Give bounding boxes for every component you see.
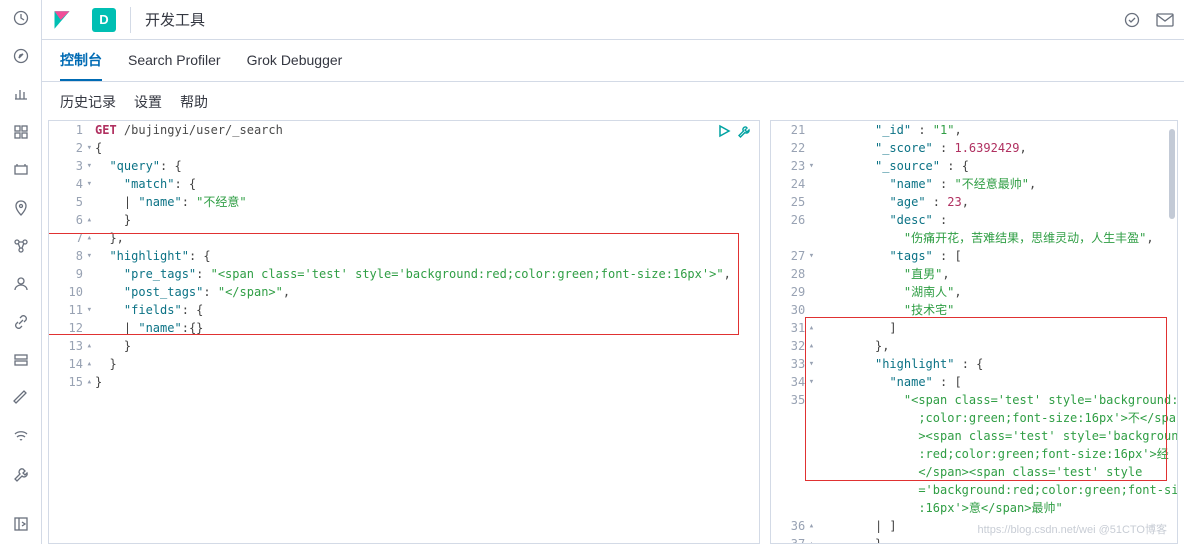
history-link[interactable]: 历史记录 xyxy=(60,92,116,112)
timelion-icon[interactable] xyxy=(13,162,29,178)
nav-sidebar xyxy=(0,0,42,544)
response-viewer[interactable]: 21 "_id" : "1",22 "_score" : 1.6392429,2… xyxy=(770,120,1178,544)
divider xyxy=(130,7,131,33)
wifi-icon[interactable] xyxy=(13,428,29,444)
map-icon[interactable] xyxy=(13,200,29,216)
wrench-icon[interactable] xyxy=(13,466,29,482)
recent-icon[interactable] xyxy=(13,10,29,26)
tabs: 控制台 Search Profiler Grok Debugger xyxy=(42,40,1184,82)
fullscreen-icon[interactable] xyxy=(1124,12,1140,28)
tab-控制台[interactable]: 控制台 xyxy=(60,40,102,81)
editor-area: 1GET /bujingyi/user/_search2▾{3▾ "query"… xyxy=(42,120,1184,544)
help-link[interactable]: 帮助 xyxy=(180,92,208,112)
app-title: 开发工具 xyxy=(145,9,205,30)
run-icon[interactable] xyxy=(717,124,731,138)
dashboard-icon[interactable] xyxy=(13,124,29,140)
bar-chart-icon[interactable] xyxy=(13,86,29,102)
wrench-icon[interactable] xyxy=(737,124,751,138)
top-bar: D 开发工具 xyxy=(42,0,1184,40)
user-icon[interactable] xyxy=(13,276,29,292)
main-content: D 开发工具 控制台 Search Profiler Grok Debugger 历… xyxy=(42,0,1184,544)
mail-icon[interactable] xyxy=(1156,13,1174,27)
collapse-icon[interactable] xyxy=(13,516,29,532)
pipe-icon[interactable] xyxy=(13,352,29,368)
scrollbar-vertical[interactable] xyxy=(1167,121,1177,543)
tab-search-profiler[interactable]: Search Profiler xyxy=(128,40,221,81)
kibana-logo-icon xyxy=(52,10,72,30)
settings-link[interactable]: 设置 xyxy=(134,92,162,112)
watermark: https://blog.csdn.net/wei @51CTO博客 xyxy=(978,521,1168,537)
graph-icon[interactable] xyxy=(13,238,29,254)
subnav: 历史记录 设置 帮助 xyxy=(42,82,1184,120)
brush-icon[interactable] xyxy=(13,390,29,406)
tab-grok-debugger[interactable]: Grok Debugger xyxy=(247,40,343,81)
link-icon[interactable] xyxy=(13,314,29,330)
request-editor[interactable]: 1GET /bujingyi/user/_search2▾{3▾ "query"… xyxy=(48,120,760,544)
app-badge: D xyxy=(92,8,116,32)
compass-icon[interactable] xyxy=(13,48,29,64)
